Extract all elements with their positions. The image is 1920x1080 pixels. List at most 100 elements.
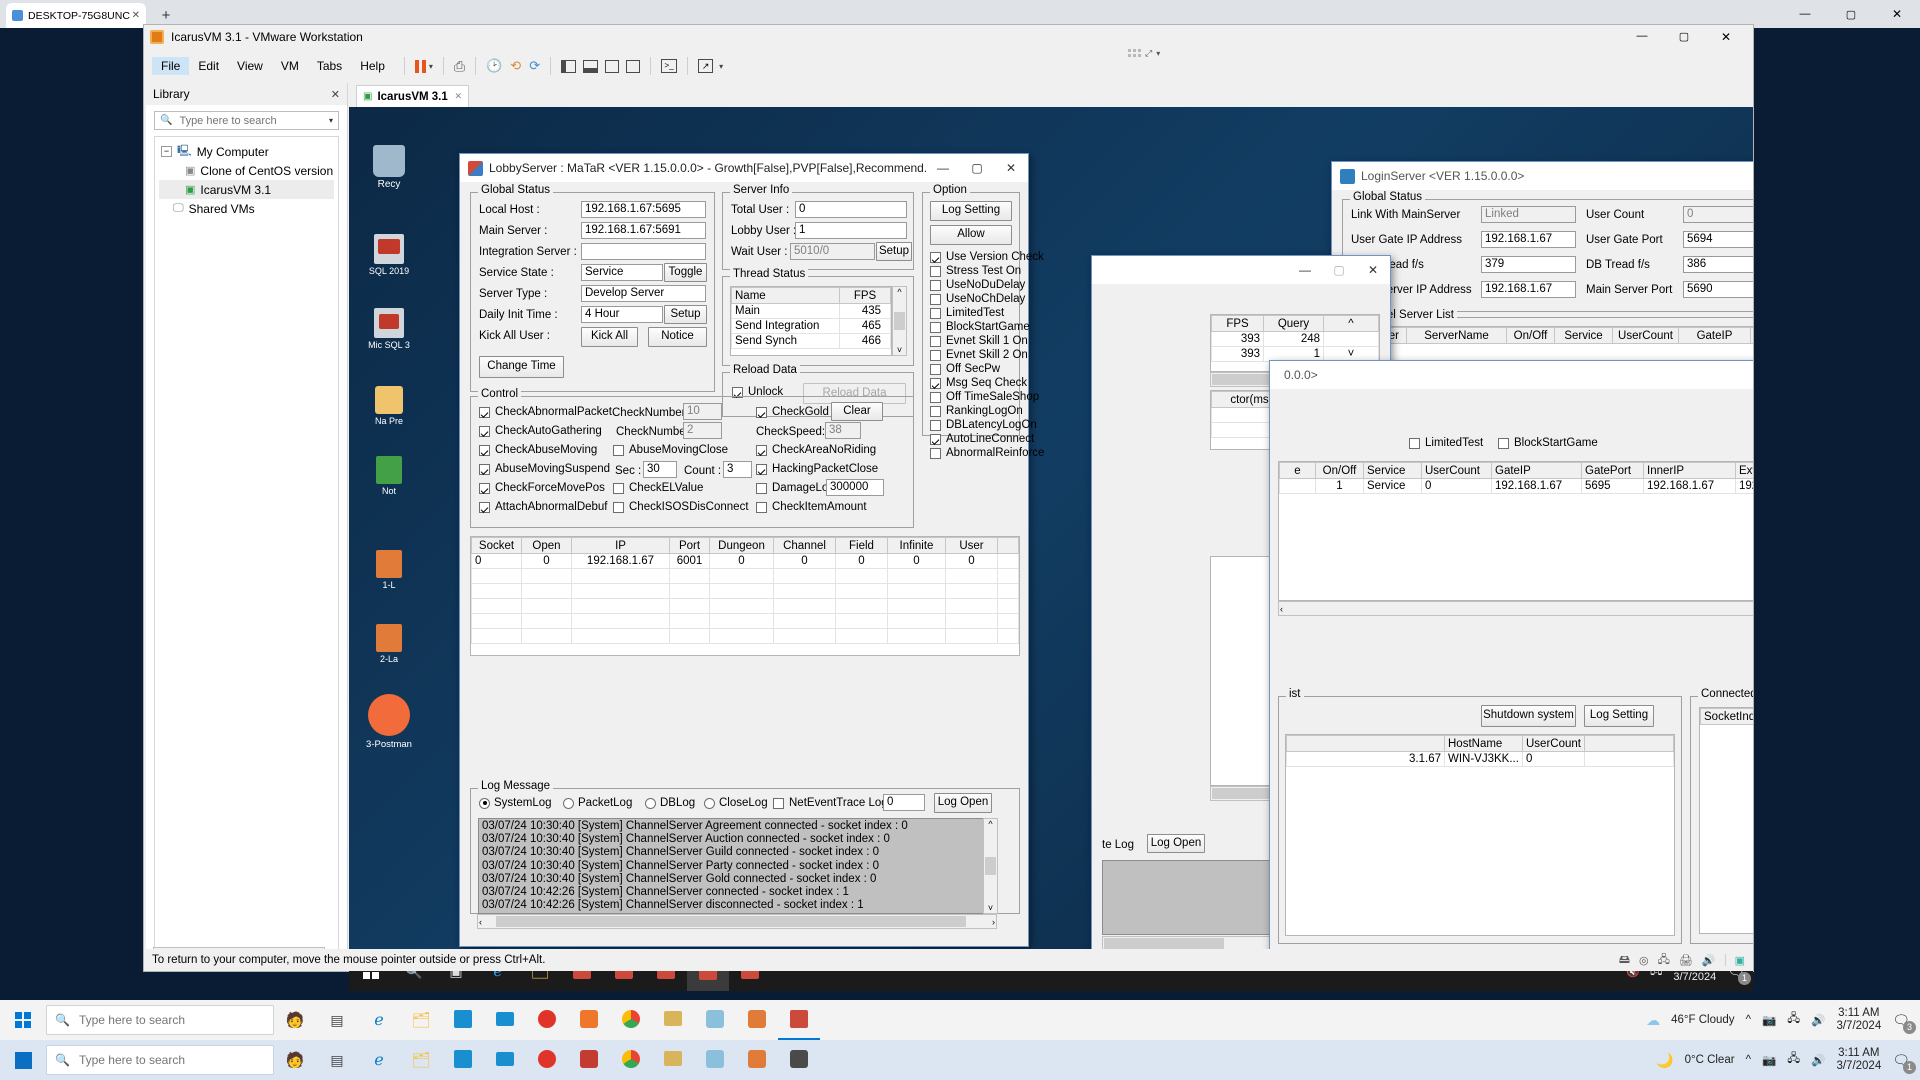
tree-item-clone-centos[interactable]: ▣ Clone of CentOS version bbox=[159, 161, 334, 180]
daily-init-setup-button[interactable]: Setup bbox=[664, 305, 707, 324]
col-usercount[interactable]: UserCount bbox=[1522, 735, 1585, 752]
shutdown-system-button[interactable]: Shutdown system bbox=[1481, 705, 1576, 727]
tray-volume-icon[interactable]: 🔊 bbox=[1811, 1053, 1825, 1067]
tree-item-my-computer[interactable]: − 🖳 My Computer bbox=[159, 142, 334, 161]
host-search-input[interactable] bbox=[76, 1012, 265, 1028]
control-check-abuse-moving[interactable]: CheckAbuseMoving bbox=[479, 444, 597, 457]
col-onoff[interactable]: On/Off bbox=[1315, 462, 1364, 479]
browser-minimize-button[interactable]: — bbox=[1782, 0, 1828, 28]
status-usb-icon[interactable]: ▣ bbox=[1735, 954, 1745, 967]
menu-item-help[interactable]: Help bbox=[351, 57, 394, 75]
desktop-icon-shortcut-1[interactable]: 1-L bbox=[357, 550, 421, 590]
control-clear-button[interactable]: Clear bbox=[831, 402, 883, 421]
tray-volume-icon[interactable]: 🔊 bbox=[1811, 1013, 1825, 1027]
option-evnet-skill-1-on[interactable]: Evnet Skill 1 On bbox=[930, 334, 1044, 348]
col-usercount[interactable]: UserCount bbox=[1612, 327, 1679, 344]
total-user-value[interactable]: 0 bbox=[795, 201, 907, 218]
col-service[interactable]: Service bbox=[1554, 327, 1613, 344]
col-gateport[interactable]: GatePort bbox=[1750, 327, 1753, 344]
option-auto-line-connect[interactable]: AutoLineConnect bbox=[930, 432, 1044, 446]
desktop-icon-postman[interactable]: 3-Postman bbox=[357, 694, 421, 750]
library-close-icon[interactable]: ✕ bbox=[331, 88, 340, 101]
desktop-icon-sql-2019[interactable]: SQL 2019 bbox=[357, 234, 421, 276]
col-servername[interactable]: ServerName bbox=[1406, 327, 1507, 344]
option-use-no-ch-delay[interactable]: UseNoChDelay bbox=[930, 292, 1044, 306]
console-icon[interactable]: >_ bbox=[661, 59, 678, 73]
menu-item-view[interactable]: View bbox=[228, 57, 272, 75]
control-check-isos-disconnect[interactable]: CheckISOSDisConnect bbox=[613, 501, 749, 514]
scroll-thumb[interactable] bbox=[1212, 788, 1272, 799]
scroll-left-arrow[interactable]: ‹ bbox=[1280, 604, 1283, 614]
option-dblatency-log-on[interactable]: DBLatencyLogOn bbox=[930, 418, 1044, 432]
lobby-log-open-button[interactable]: Log Open bbox=[934, 793, 992, 813]
thread-status-vscroll[interactable]: ^ ˅ bbox=[892, 286, 907, 356]
status-printer-icon[interactable]: 🖨 bbox=[1679, 954, 1693, 967]
option-off-secpw[interactable]: Off SecPw bbox=[930, 362, 1044, 376]
mainserver-title-bar[interactable]: 0.0.0> — ▢ ✕ bbox=[1270, 361, 1753, 389]
loginserver-title-bar[interactable]: LoginServer <VER 1.15.0.0.0> — ▢ ✕ bbox=[1332, 162, 1753, 190]
option-block-start-game[interactable]: BlockStartGame bbox=[930, 320, 1044, 334]
show-library-icon[interactable] bbox=[561, 59, 577, 73]
tray-camera-icon[interactable]: 📷 bbox=[1762, 1053, 1776, 1067]
control-check-gold[interactable]: CheckGold bbox=[756, 406, 829, 419]
channelserver-close-button[interactable]: ✕ bbox=[1356, 256, 1390, 284]
option-msg-seq-check[interactable]: Msg Seq Check bbox=[930, 376, 1044, 390]
outer-clock[interactable]: 3:11 AM 3/7/2024 bbox=[1836, 1047, 1881, 1073]
col-gateip[interactable]: GateIP bbox=[1678, 327, 1751, 344]
scroll-thumb[interactable] bbox=[985, 857, 996, 875]
host-cortana-icon[interactable]: 🧑 bbox=[274, 1011, 316, 1029]
manage-snapshot-icon[interactable]: ⟳ bbox=[529, 58, 540, 74]
host-taskbar-folder[interactable] bbox=[652, 1011, 694, 1029]
tray-camera-icon[interactable]: 📷 bbox=[1762, 1013, 1776, 1027]
host-taskbar-explorer[interactable]: 🗂 bbox=[400, 1011, 442, 1029]
log-radio-packetlog[interactable]: PacketLog bbox=[563, 797, 632, 809]
outer-taskbar-orange[interactable] bbox=[736, 1049, 778, 1071]
option-evnet-skill-2-on[interactable]: Evnet Skill 2 On bbox=[930, 348, 1044, 362]
main-server-value[interactable]: 192.168.1.67:5691 bbox=[581, 222, 706, 239]
channelserver-maximize-button[interactable]: ▢ bbox=[1322, 256, 1356, 284]
scroll-thumb[interactable] bbox=[496, 916, 966, 927]
option-limited-test[interactable]: LimitedTest bbox=[930, 306, 1044, 320]
usergate-port-value[interactable]: 5694 bbox=[1683, 231, 1753, 248]
lobby-log-vscroll[interactable]: ^ ˅ bbox=[983, 818, 998, 914]
browser-new-tab-button[interactable]: + bbox=[156, 5, 176, 25]
outer-taskbar-opera[interactable] bbox=[526, 1049, 568, 1071]
table-row[interactable] bbox=[471, 613, 1019, 629]
option-use-no-du-delay[interactable]: UseNoDuDelay bbox=[930, 278, 1044, 292]
notice-button[interactable]: Notice bbox=[648, 327, 707, 347]
vmware-minimize-button[interactable]: — bbox=[1621, 30, 1663, 44]
col-innerip[interactable]: InnerIP bbox=[1643, 462, 1736, 479]
control-check-abnormal-packet[interactable]: CheckAbnormalPacket bbox=[479, 406, 612, 419]
col-gateport[interactable]: GatePort bbox=[1581, 462, 1644, 479]
chevron-down-icon[interactable]: ▾ bbox=[329, 116, 333, 125]
show-thumbnails-icon[interactable] bbox=[583, 59, 599, 73]
log-radio-dblog[interactable]: DBLog bbox=[645, 797, 695, 809]
host-taskbar-vmware[interactable] bbox=[694, 1009, 736, 1031]
table-row[interactable] bbox=[471, 598, 1019, 614]
blockstartgame-checkbox[interactable]: BlockStartGame bbox=[1498, 437, 1598, 450]
service-state-value[interactable]: Service bbox=[581, 264, 663, 281]
desktop-icon-notepad[interactable]: Not bbox=[357, 456, 421, 496]
outer-taskbar-folder[interactable] bbox=[652, 1051, 694, 1069]
pause-button[interactable]: ▾ bbox=[414, 59, 433, 73]
revert-snapshot-icon[interactable]: ⟲ bbox=[510, 58, 521, 74]
vm-tab-close-icon[interactable]: ✕ bbox=[454, 91, 462, 102]
table-row[interactable]: 3.1.67 WIN-VJ3KK... 0 bbox=[1286, 751, 1674, 767]
col-spacer[interactable] bbox=[1584, 735, 1674, 752]
col-user[interactable]: User bbox=[945, 537, 998, 554]
desktop-icon-ms-sql[interactable]: Mic SQL 3 bbox=[357, 308, 421, 350]
lobbyserver-dialog[interactable]: LobbyServer : MaTaR <VER 1.15.0.0.0> - G… bbox=[459, 153, 1044, 973]
outer-start-button[interactable] bbox=[0, 1051, 46, 1069]
server-info-setup-button[interactable]: Setup bbox=[876, 242, 912, 261]
table-row[interactable]: Main 435 bbox=[731, 303, 891, 319]
control-abuse-moving-close[interactable]: AbuseMovingClose bbox=[613, 444, 728, 457]
control-hacking-packet-close[interactable]: HackingPacketClose bbox=[756, 463, 878, 476]
col-query[interactable]: Query bbox=[1263, 315, 1324, 332]
menu-item-vm[interactable]: VM bbox=[272, 57, 308, 75]
lobby-allow-button[interactable]: Allow bbox=[930, 225, 1012, 245]
control-check-auto-gathering[interactable]: CheckAutoGathering bbox=[479, 425, 602, 438]
col-blank[interactable] bbox=[1286, 735, 1445, 752]
table-row[interactable] bbox=[471, 583, 1019, 599]
scroll-down-arrow[interactable]: ˅ bbox=[897, 345, 902, 355]
host-taskbar-chrome[interactable] bbox=[610, 1009, 652, 1031]
